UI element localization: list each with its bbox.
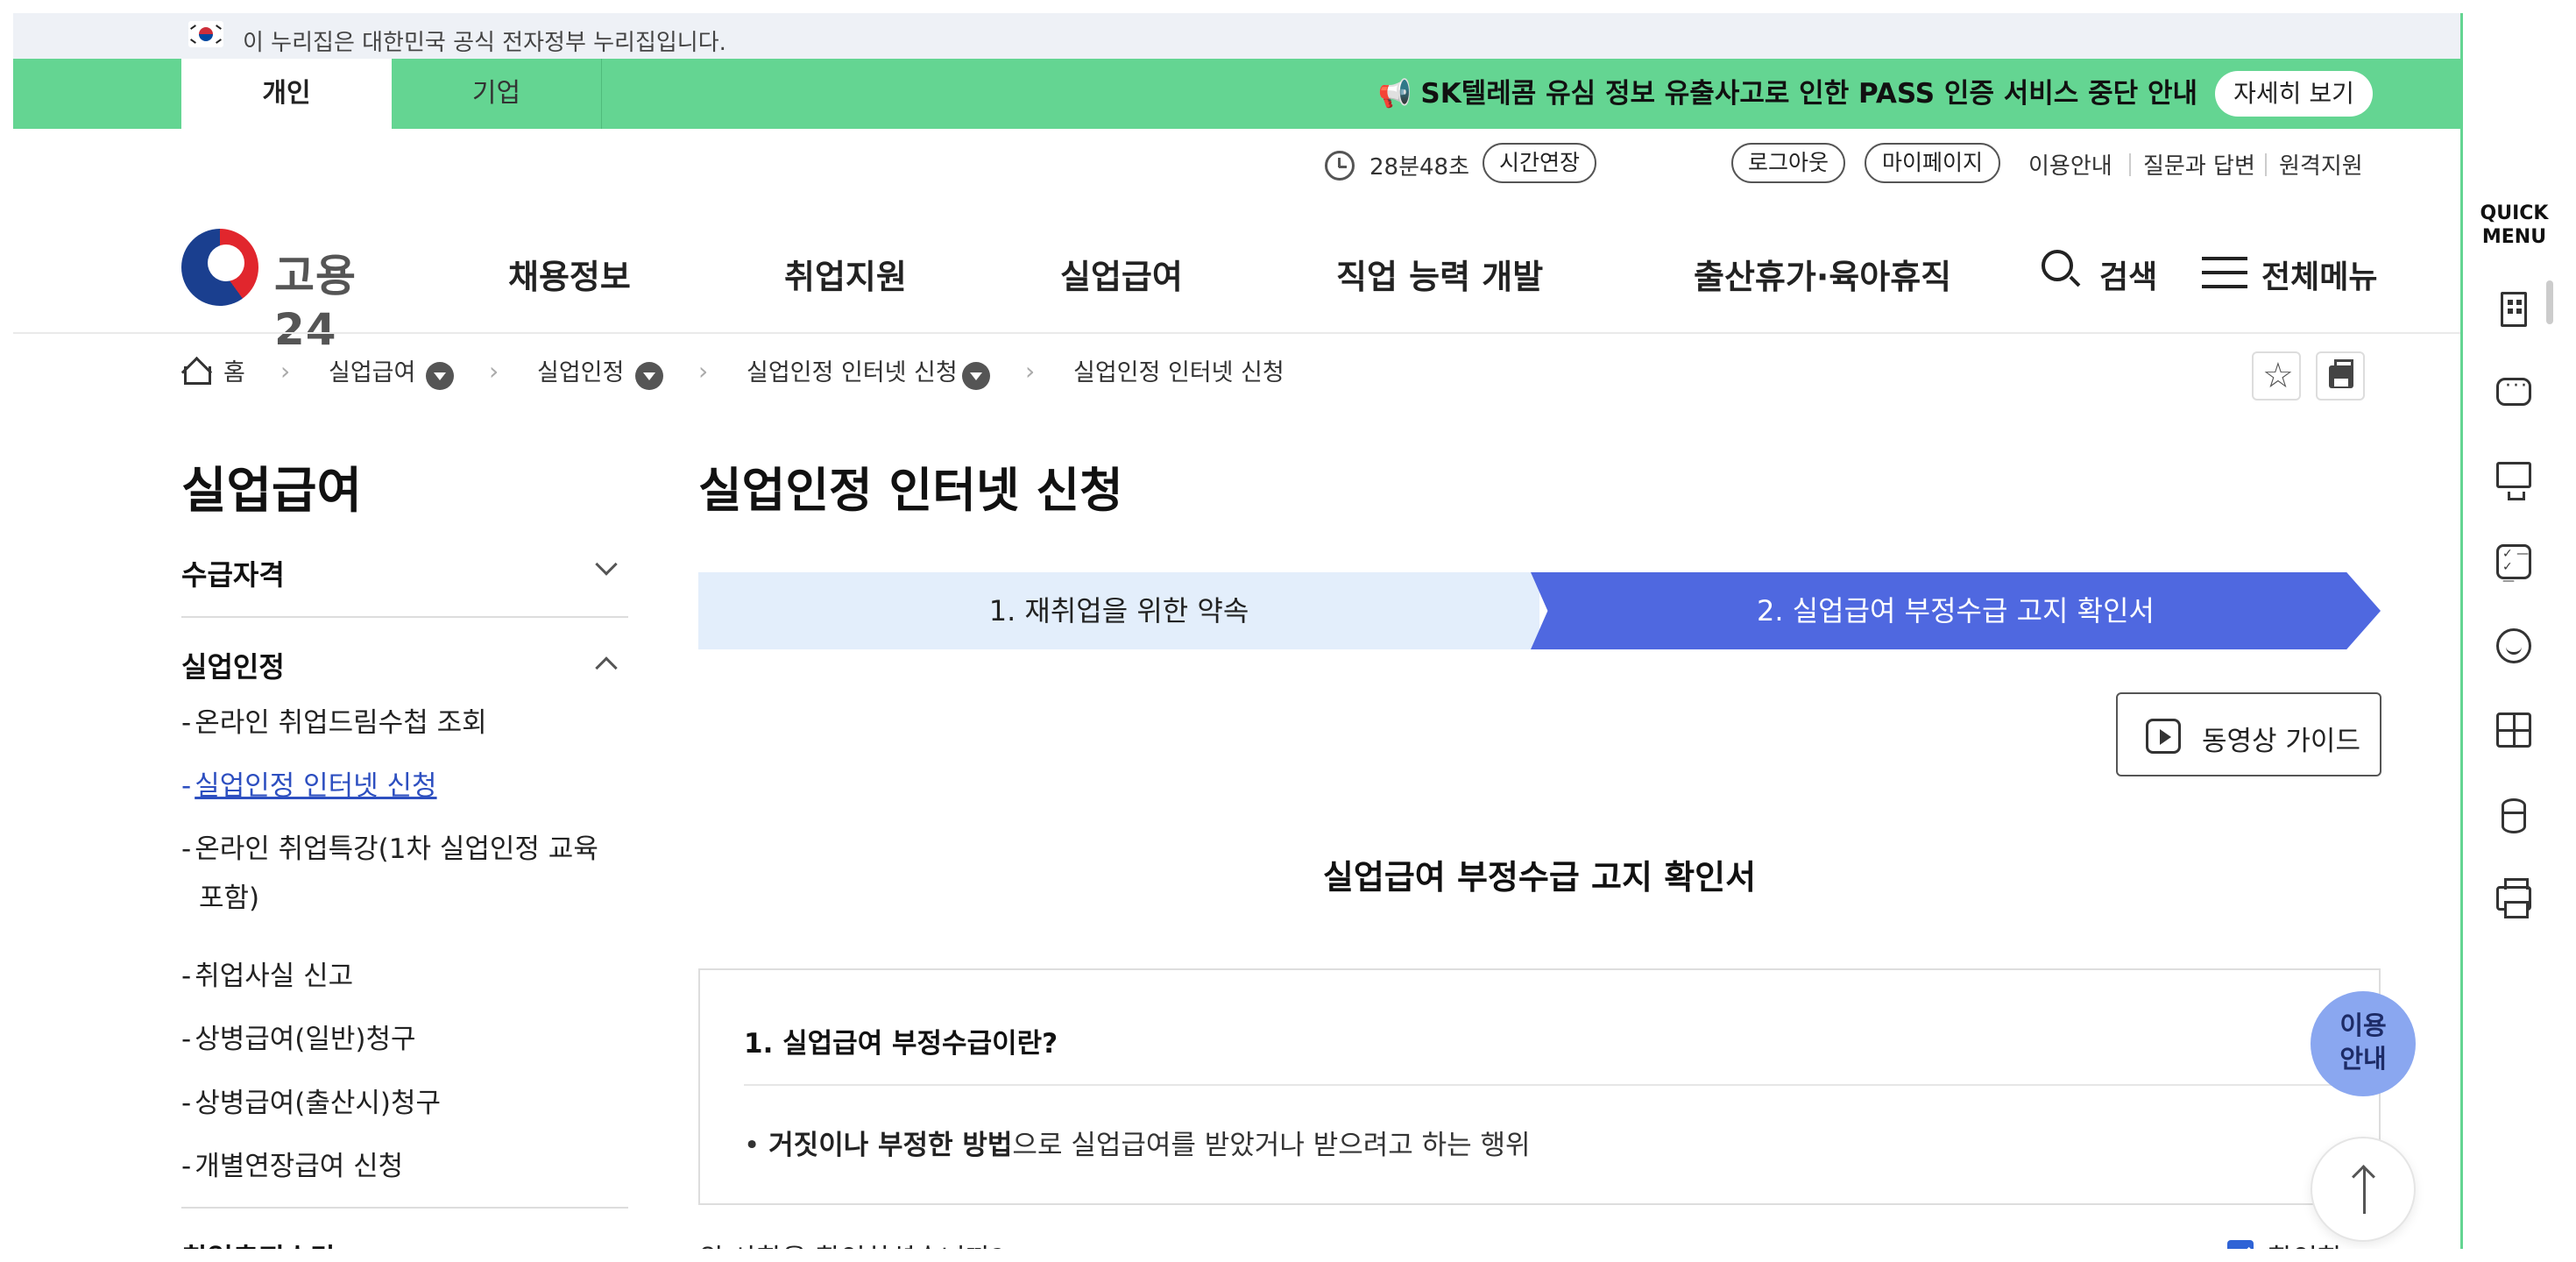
nav-item-skills[interactable]: 직업 능력 개발 xyxy=(1336,250,1543,298)
notice-detail-button[interactable]: 자세히 보기 xyxy=(2215,71,2373,117)
chevron-right-icon: › xyxy=(1025,357,1036,386)
nav-item-jobs[interactable]: 채용정보 xyxy=(508,250,631,298)
breadcrumb-unemployment-benefit[interactable]: 실업급여 xyxy=(329,353,415,397)
extend-time-button[interactable]: 시간연장 xyxy=(1483,143,1596,183)
breadcrumb-home[interactable]: 홈 xyxy=(223,353,245,397)
dropdown-icon[interactable] xyxy=(426,362,454,390)
sidebar-item-online-lecture-cont[interactable]: 포함) xyxy=(199,874,637,923)
sidebar-title: 실업급여 xyxy=(181,463,363,520)
divider xyxy=(181,616,628,618)
dropdown-icon[interactable] xyxy=(635,362,663,390)
confirm-label[interactable]: 확인함 xyxy=(2268,1237,2343,1249)
search-label[interactable]: 검색 xyxy=(2099,252,2157,297)
divider xyxy=(2129,153,2131,176)
hamburger-icon[interactable] xyxy=(2202,257,2247,288)
sidebar-item-sick-childbirth[interactable]: - 상병급여(출산시)청구 xyxy=(181,1079,619,1128)
session-timer: 28분48초 xyxy=(1369,154,1470,181)
nav-item-parental-leave[interactable]: 출산휴가·육아휴직 xyxy=(1694,250,1951,298)
scroll-top-button[interactable] xyxy=(2311,1137,2416,1242)
chat-icon[interactable] xyxy=(2496,375,2531,406)
faq-link[interactable]: 질문과 답변 xyxy=(2143,148,2255,181)
clock-icon xyxy=(1325,151,1355,181)
nav-item-unemployment-benefit[interactable]: 실업급여 xyxy=(1060,250,1183,298)
breadcrumb-recognition[interactable]: 실업인정 xyxy=(537,353,624,397)
info-question: 1. 실업급여 부정수급이란? xyxy=(744,1028,1058,1060)
printer-icon[interactable] xyxy=(2496,878,2531,918)
divider xyxy=(744,1084,2339,1086)
chevron-up-icon[interactable] xyxy=(595,656,618,679)
dropdown-icon[interactable] xyxy=(962,362,990,390)
logout-button[interactable]: 로그아웃 xyxy=(1731,143,1845,183)
calculator-icon[interactable] xyxy=(2496,713,2531,748)
remote-support-link[interactable]: 원격지원 xyxy=(2279,148,2363,181)
nav-item-employment-support[interactable]: 취업지원 xyxy=(784,250,907,298)
sidebar-section-eligibility[interactable]: 수급자격 xyxy=(181,553,285,593)
chevron-right-icon: › xyxy=(280,357,291,386)
star-icon: ☆ xyxy=(2262,356,2294,396)
confirm-question: 위 사항을 확인하셨습니까? xyxy=(698,1237,1005,1249)
coin-icon[interactable] xyxy=(2502,798,2526,833)
sidebar-item-job-report[interactable]: - 취업사실 신고 xyxy=(181,952,619,1001)
tab-person[interactable]: 개인 xyxy=(181,59,392,129)
quick-menu-title: QUICK MENU xyxy=(2480,202,2549,248)
sidebar-section-employment-allowance[interactable]: 취업촉진수당 xyxy=(181,1237,336,1249)
tab-company[interactable]: 기업 xyxy=(392,59,602,129)
sidebar-item-extension[interactable]: - 개별연장급여 신청 xyxy=(181,1142,619,1191)
confirm-checkbox[interactable] xyxy=(2227,1240,2254,1249)
mypage-button[interactable]: 마이페이지 xyxy=(1865,143,2000,183)
notice-text: SK텔레콤 유심 정보 유출사고로 인한 PASS 인증 서비스 중단 안내 xyxy=(1420,78,2197,110)
info-box: 1. 실업급여 부정수급이란? • 거짓이나 부정한 방법으로 실업급여를 받았… xyxy=(698,968,2381,1205)
printer-icon xyxy=(2329,359,2353,388)
checklist-icon[interactable] xyxy=(2496,544,2531,588)
gov-banner: 이 누리집은 대한민국 공식 전자정부 누리집입니다. xyxy=(13,13,2460,59)
notice[interactable]: 📢 SK텔레콤 유심 정보 유출사고로 인한 PASS 인증 서비스 중단 안내 xyxy=(1378,59,2197,129)
divider xyxy=(2265,153,2267,176)
sidebar-item-dream-notebook[interactable]: - 온라인 취업드림수첩 조회 xyxy=(181,698,619,748)
top-bar: 개인 기업 📢 SK텔레콤 유심 정보 유출사고로 인한 PASS 인증 서비스 … xyxy=(13,59,2460,129)
document-title: 실업급여 부정수급 고지 확인서 xyxy=(1322,858,1757,897)
korea-flag-icon xyxy=(188,21,223,47)
usage-guide-link[interactable]: 이용안내 xyxy=(2028,148,2112,181)
sidebar-item-online-lecture[interactable]: - 온라인 취업특강(1차 실업인정 교육 xyxy=(181,825,619,874)
video-guide-button[interactable]: 동영상 가이드 xyxy=(2116,692,2381,776)
divider xyxy=(13,332,2460,334)
favorite-button[interactable]: ☆ xyxy=(2252,351,2301,401)
video-guide-label: 동영상 가이드 xyxy=(2202,726,2360,757)
gov-banner-text: 이 누리집은 대한민국 공식 전자정부 누리집입니다. xyxy=(243,30,726,56)
play-icon xyxy=(2146,719,2181,754)
chevron-right-icon: › xyxy=(698,357,709,386)
chevron-right-icon: › xyxy=(489,357,499,386)
all-menu-label[interactable]: 전체메뉴 xyxy=(2261,252,2377,297)
quick-menu: QUICK MENU xyxy=(2460,13,2563,1249)
building-icon[interactable] xyxy=(2501,292,2527,327)
breadcrumb-current: 실업인정 인터넷 신청 xyxy=(1073,359,1284,386)
usage-guide-bubble[interactable]: 이용 안내 xyxy=(2311,991,2416,1096)
smile-icon[interactable] xyxy=(2496,628,2531,663)
info-bullet: • 거짓이나 부정한 방법으로 실업급여를 받았거나 받으려고 하는 행위 xyxy=(744,1130,1531,1161)
divider xyxy=(181,1207,628,1209)
sidebar-item-internet-apply[interactable]: - 실업인정 인터넷 신청 xyxy=(181,762,619,811)
home-icon[interactable] xyxy=(181,357,211,385)
monitor-icon[interactable] xyxy=(2496,462,2531,500)
chevron-down-icon[interactable] xyxy=(595,553,618,576)
breadcrumb-internet-apply[interactable]: 실업인정 인터넷 신청 xyxy=(747,353,958,397)
step-1: 1. 재취업을 위한 약속 xyxy=(698,572,1539,649)
logo-mark-icon xyxy=(181,229,258,306)
print-button[interactable] xyxy=(2316,351,2365,401)
megaphone-icon: 📢 xyxy=(1377,78,1412,110)
sidebar-section-recognition[interactable]: 실업인정 xyxy=(181,645,285,685)
step-2-active: 2. 실업급여 부정수급 고지 확인서 xyxy=(1531,572,2381,649)
scrollbar-thumb[interactable] xyxy=(2546,280,2553,324)
logo-text: 고용24 xyxy=(274,251,357,355)
browser-page: 이 누리집은 대한민국 공식 전자정부 누리집입니다. 개인 기업 📢 SK텔레콤… xyxy=(13,13,2460,1249)
sidebar-item-sick-general[interactable]: - 상병급여(일반)청구 xyxy=(181,1015,619,1064)
page-title: 실업인정 인터넷 신청 xyxy=(698,463,1123,518)
search-icon[interactable] xyxy=(2042,250,2073,281)
site-logo[interactable]: 고용24 xyxy=(181,229,418,355)
